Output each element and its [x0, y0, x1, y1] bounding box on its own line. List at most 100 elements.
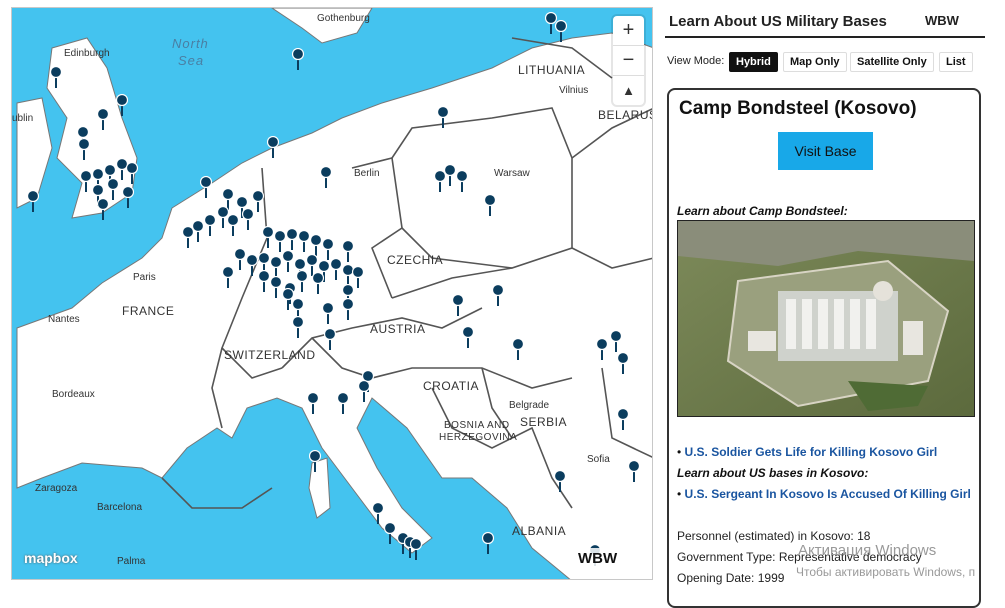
base-pin-icon[interactable]: [122, 186, 134, 208]
base-pin-icon[interactable]: [307, 392, 319, 414]
base-pin-icon[interactable]: [462, 326, 474, 348]
base-pin-icon[interactable]: [27, 190, 39, 212]
base-pin-icon[interactable]: [258, 270, 270, 292]
base-pin-icon[interactable]: [50, 66, 62, 88]
view-mode-satellite-only-button[interactable]: Satellite Only: [850, 52, 934, 72]
base-pin-icon[interactable]: [512, 338, 524, 360]
base-pin-icon[interactable]: [200, 176, 212, 198]
base-pin-icon[interactable]: [126, 162, 138, 184]
base-pin-icon[interactable]: [296, 270, 308, 292]
map-label: ublin: [12, 113, 34, 124]
compass-button[interactable]: ▲: [613, 76, 644, 105]
mapbox-logo[interactable]: mapbox: [24, 550, 78, 566]
base-pin-icon[interactable]: [610, 330, 622, 352]
base-pin-icon[interactable]: [107, 178, 119, 200]
base-pin-icon[interactable]: [298, 230, 310, 252]
map-label: Sofia: [587, 454, 610, 465]
base-pin-icon[interactable]: [242, 208, 254, 230]
map-label: ALBANIA: [512, 524, 567, 538]
map-label: Paris: [133, 272, 156, 283]
base-pin-icon[interactable]: [222, 266, 234, 288]
base-pin-icon[interactable]: [358, 380, 370, 402]
base-pin-icon[interactable]: [246, 254, 258, 276]
base-pin-icon[interactable]: [270, 276, 282, 298]
base-pin-icon[interactable]: [310, 234, 322, 256]
base-pin-icon[interactable]: [452, 294, 464, 316]
base-pin-icon[interactable]: [444, 164, 456, 186]
base-pin-icon[interactable]: [342, 298, 354, 320]
bases-in-country-header: Learn about US bases in Kosovo:: [677, 466, 869, 480]
base-pin-icon[interactable]: [292, 316, 304, 338]
zoom-control: + − ▲: [613, 16, 644, 105]
view-mode-map-only-button[interactable]: Map Only: [783, 52, 847, 72]
view-mode-hybrid-button[interactable]: Hybrid: [729, 52, 778, 72]
base-pin-icon[interactable]: [192, 220, 204, 242]
map-label: HERZEGOVINA: [439, 432, 518, 443]
base-pin-icon[interactable]: [234, 248, 246, 270]
base-pin-icon[interactable]: [437, 106, 449, 128]
base-pin-icon[interactable]: [492, 284, 504, 306]
map-label: Warsaw: [494, 168, 530, 179]
base-pin-icon[interactable]: [596, 338, 608, 360]
base-pin-icon[interactable]: [555, 20, 567, 42]
base-pin-icon[interactable]: [372, 502, 384, 524]
windows-activation-subtext: Чтобы активировать Windows, п: [796, 565, 976, 579]
base-pin-icon[interactable]: [322, 302, 334, 324]
base-pin-icon[interactable]: [227, 214, 239, 236]
base-pin-icon[interactable]: [309, 450, 321, 472]
base-pin-icon[interactable]: [617, 408, 629, 430]
base-aerial-photo: [677, 220, 975, 417]
base-pin-icon[interactable]: [274, 230, 286, 252]
base-pin-icon[interactable]: [322, 238, 334, 260]
base-pin-icon[interactable]: [410, 538, 422, 560]
base-pin-icon[interactable]: [282, 250, 294, 272]
base-pin-icon[interactable]: [116, 94, 128, 116]
base-pin-icon[interactable]: [324, 328, 336, 350]
info-panel: Learn About US Military Bases WBW View M…: [655, 0, 1005, 608]
base-pin-icon[interactable]: [312, 272, 324, 294]
base-pin-icon[interactable]: [330, 258, 342, 280]
base-pin-icon[interactable]: [262, 226, 274, 248]
map-label: SWITZERLAND: [224, 348, 316, 362]
news-link[interactable]: U.S. Sergeant In Kosovo Is Accused Of Ki…: [685, 487, 971, 501]
zoom-out-button[interactable]: −: [613, 46, 644, 76]
base-pin-icon[interactable]: [384, 522, 396, 544]
base-pin-icon[interactable]: [292, 48, 304, 70]
base-pin-icon[interactable]: [80, 170, 92, 192]
map-label: AUSTRIA: [370, 322, 426, 336]
base-pin-icon[interactable]: [320, 166, 332, 188]
base-pin-icon[interactable]: [97, 108, 109, 130]
base-pin-icon[interactable]: [270, 256, 282, 278]
map-label: Nantes: [48, 314, 80, 325]
base-name: Camp Bondsteel (Kosovo): [679, 98, 917, 119]
base-pin-icon[interactable]: [617, 352, 629, 374]
base-pin-icon[interactable]: [337, 392, 349, 414]
base-pin-icon[interactable]: [204, 214, 216, 236]
wbw-logo[interactable]: WBW: [925, 13, 959, 28]
map-label: Palma: [117, 556, 146, 567]
base-pin-icon[interactable]: [456, 170, 468, 192]
base-pin-icon[interactable]: [482, 532, 494, 554]
base-pin-icon[interactable]: [628, 460, 640, 482]
base-pin-icon[interactable]: [342, 240, 354, 262]
map-view[interactable]: North Sea Gothenburg Edinburgh LITHUANIA…: [11, 7, 653, 580]
map-label: BELARUS: [598, 108, 653, 122]
map-label: Vilnius: [559, 85, 589, 96]
visit-base-button[interactable]: Visit Base: [778, 132, 873, 170]
map-label: Berlin: [354, 168, 380, 179]
base-pin-icon[interactable]: [267, 136, 279, 158]
base-pin-icon[interactable]: [78, 138, 90, 160]
zoom-in-button[interactable]: +: [613, 16, 644, 46]
sea-label: Sea: [178, 53, 205, 68]
news-link-item: • U.S. Sergeant In Kosovo Is Accused Of …: [677, 487, 971, 501]
learn-about-header: Learn about Camp Bondsteel:: [677, 204, 848, 218]
view-mode-list-button[interactable]: List: [939, 52, 973, 72]
base-pin-icon[interactable]: [286, 228, 298, 250]
map-label: CZECHIA: [387, 253, 444, 267]
map-label: Bordeaux: [52, 389, 95, 400]
base-pin-icon[interactable]: [554, 470, 566, 492]
base-pin-icon[interactable]: [484, 194, 496, 216]
news-link[interactable]: U.S. Soldier Gets Life for Killing Kosov…: [685, 445, 938, 459]
map-label: BOSNIA AND: [444, 420, 510, 431]
base-pin-icon[interactable]: [97, 198, 109, 220]
